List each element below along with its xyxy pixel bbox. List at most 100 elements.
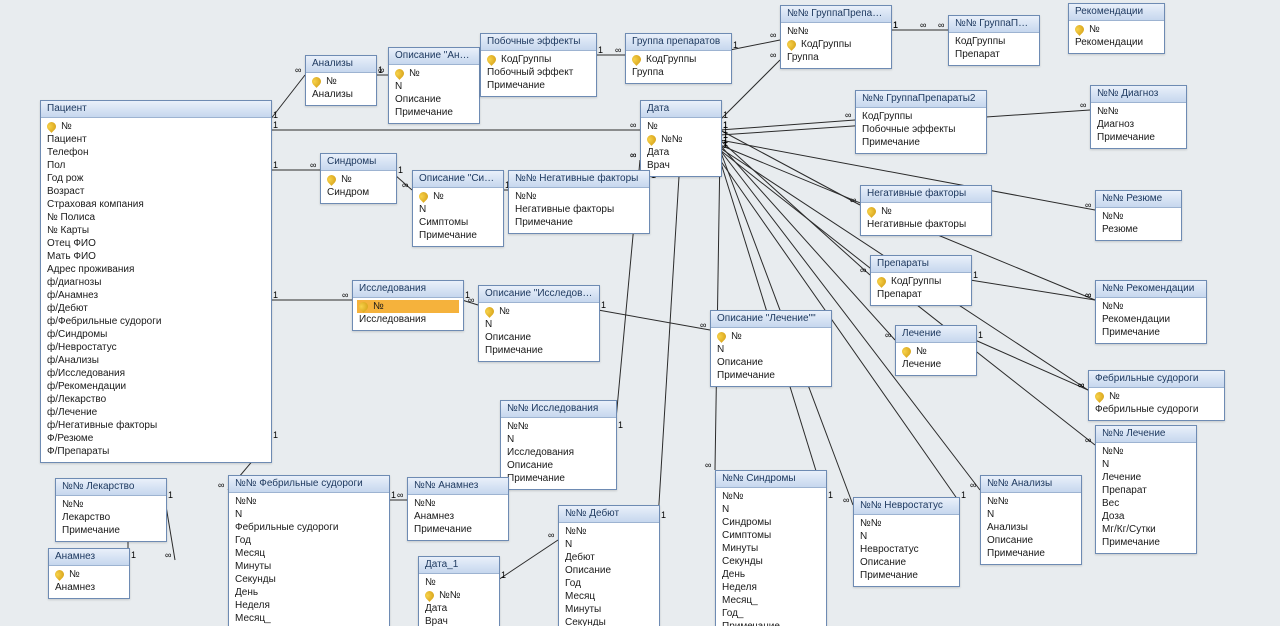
field[interactable]: Год рож — [45, 172, 267, 185]
field[interactable]: Мать ФИО — [45, 250, 267, 263]
table-header[interactable]: №№ Резюме — [1096, 191, 1181, 208]
table-header[interactable]: Описание "Анал… — [389, 48, 479, 65]
table-research[interactable]: Исследования№Исследования — [352, 280, 464, 331]
table-header[interactable]: №№ Негативные факторы — [509, 171, 649, 188]
table-header[interactable]: №№ Синдромы — [716, 471, 826, 488]
field[interactable]: ф/Дебют — [45, 302, 267, 315]
field[interactable]: Врач — [423, 615, 495, 626]
table-nn_febr[interactable]: №№ Фебрильные судороги№№NФебрильные судо… — [228, 475, 390, 626]
field[interactable]: ф/Анамнез — [45, 289, 267, 302]
field[interactable]: Месяц — [233, 547, 385, 560]
table-header[interactable]: Рекомендации — [1069, 4, 1164, 21]
table-nn_group_prep2[interactable]: №№ ГруппаПрепараты2КодГруппыПобочные эфф… — [855, 90, 987, 154]
field[interactable]: Исследования — [505, 446, 612, 459]
field[interactable]: Фебрильные судороги — [233, 521, 385, 534]
table-nn_diag[interactable]: №№ Диагноз№№ДиагнозПримечание — [1090, 85, 1187, 149]
table-nn_neg[interactable]: №№ Негативные факторы№№Негативные фактор… — [508, 170, 650, 234]
field[interactable]: Анамнез — [412, 510, 504, 523]
field[interactable]: Месяц — [563, 590, 655, 603]
table-header[interactable]: №№ Анамнез — [408, 478, 508, 495]
field[interactable]: ф/диагнозы — [45, 276, 267, 289]
field[interactable]: N — [483, 318, 595, 331]
table-header[interactable]: Синдромы — [321, 154, 396, 171]
table-prep[interactable]: ПрепаратыКодГруппыПрепарат — [870, 255, 972, 306]
field[interactable]: Секунды — [720, 555, 822, 568]
table-header[interactable]: Дата — [641, 101, 721, 118]
field[interactable]: Рекомендации — [1073, 36, 1160, 49]
field[interactable]: Примечание — [720, 620, 822, 626]
table-header[interactable]: №№ ГруппаПрепараты2 — [856, 91, 986, 108]
table-date1[interactable]: Дата_1№№№ДатаВрач — [418, 556, 500, 626]
pk-field[interactable]: №№ — [423, 589, 495, 602]
pk-field[interactable]: КодГруппы — [485, 53, 592, 66]
field[interactable]: №№ — [858, 517, 955, 530]
field[interactable]: Фебрильные судороги — [1093, 403, 1220, 416]
field[interactable]: Месяц_ — [720, 594, 822, 607]
pk-field[interactable]: № — [45, 120, 267, 133]
table-header[interactable]: №№ ГруппаПрепар… — [781, 6, 891, 23]
pk-field[interactable]: КодГруппы — [630, 53, 727, 66]
field[interactable]: Негативные факторы — [513, 203, 645, 216]
table-header[interactable]: Группа препаратов — [626, 34, 731, 51]
field[interactable]: Примечание — [858, 569, 955, 582]
field[interactable]: Лечение — [900, 358, 972, 371]
field[interactable]: Мг/Кг/Сутки — [1100, 523, 1192, 536]
table-nn_resume[interactable]: №№ Резюме №№Резюме — [1095, 190, 1182, 241]
field[interactable]: Примечание — [513, 216, 645, 229]
field[interactable]: День — [233, 586, 385, 599]
field[interactable]: ф/Исследования — [45, 367, 267, 380]
field[interactable]: Примечание — [985, 547, 1077, 560]
pk-field[interactable]: № — [310, 75, 372, 88]
table-header[interactable]: Дата_1 — [419, 557, 499, 574]
field[interactable]: Примечание — [715, 369, 827, 382]
field[interactable]: N — [393, 80, 475, 93]
field[interactable]: №№ — [60, 498, 162, 511]
table-header[interactable]: Фебрильные судороги — [1089, 371, 1224, 388]
field[interactable]: № Карты — [45, 224, 267, 237]
field[interactable]: Препарат — [875, 288, 967, 301]
field[interactable]: №№ — [1095, 105, 1182, 118]
field[interactable]: Описание — [505, 459, 612, 472]
table-header[interactable]: Препараты — [871, 256, 971, 273]
field[interactable]: №№ — [233, 495, 385, 508]
field[interactable]: N — [858, 530, 955, 543]
field[interactable]: Вес — [1100, 497, 1192, 510]
field[interactable]: День — [720, 568, 822, 581]
field[interactable]: N — [985, 508, 1077, 521]
field[interactable]: N — [563, 538, 655, 551]
table-nn_treat[interactable]: №№ Лечение№№NЛечениеПрепаратВесДозаМг/Кг… — [1095, 425, 1197, 554]
table-analyses[interactable]: Анализы№Анализы — [305, 55, 377, 106]
field[interactable]: Примечание — [860, 136, 982, 149]
field[interactable]: Телефон — [45, 146, 267, 159]
field[interactable]: Негативные факторы — [865, 218, 987, 231]
pk-field[interactable]: № — [1093, 390, 1220, 403]
table-desc_anal[interactable]: Описание "Анал…№NОписаниеПримечание — [388, 47, 480, 124]
field[interactable]: Примечание — [417, 229, 499, 242]
field[interactable]: Ф/Препараты — [45, 445, 267, 458]
field[interactable]: Месяц_ — [233, 612, 385, 625]
field[interactable]: №№ — [1100, 445, 1192, 458]
table-header[interactable]: Негативные факторы — [861, 186, 991, 203]
table-header[interactable]: Анамнез — [49, 549, 129, 566]
field[interactable]: Резюме — [1100, 223, 1177, 236]
table-syndromes[interactable]: Синдромы№Синдром — [320, 153, 397, 204]
table-header[interactable]: Пациент — [41, 101, 271, 118]
pk-field[interactable]: КодГруппы — [785, 38, 887, 51]
field[interactable]: Диагноз — [1095, 118, 1182, 131]
field[interactable]: Анализы — [985, 521, 1077, 534]
field[interactable]: Примечание — [1100, 536, 1192, 549]
field[interactable]: N — [1100, 458, 1192, 471]
table-febr[interactable]: Фебрильные судороги№Фебрильные судороги — [1088, 370, 1225, 421]
table-desc_synd[interactable]: Описание "Синд…№NСимптомыПримечание — [412, 170, 504, 247]
field[interactable]: N — [417, 203, 499, 216]
field[interactable]: Год — [233, 534, 385, 547]
pk-field[interactable]: № — [715, 330, 827, 343]
table-nn_debut[interactable]: №№ Дебют№№NДебютОписаниеГодМесяцМинутыСе… — [558, 505, 660, 626]
field[interactable]: N — [233, 508, 385, 521]
field[interactable]: Неделя — [720, 581, 822, 594]
field[interactable]: №№ — [1100, 210, 1177, 223]
field[interactable]: Описание — [715, 356, 827, 369]
field[interactable]: Страховая компания — [45, 198, 267, 211]
field[interactable]: Дебют — [563, 551, 655, 564]
field[interactable]: Примечание — [412, 523, 504, 536]
